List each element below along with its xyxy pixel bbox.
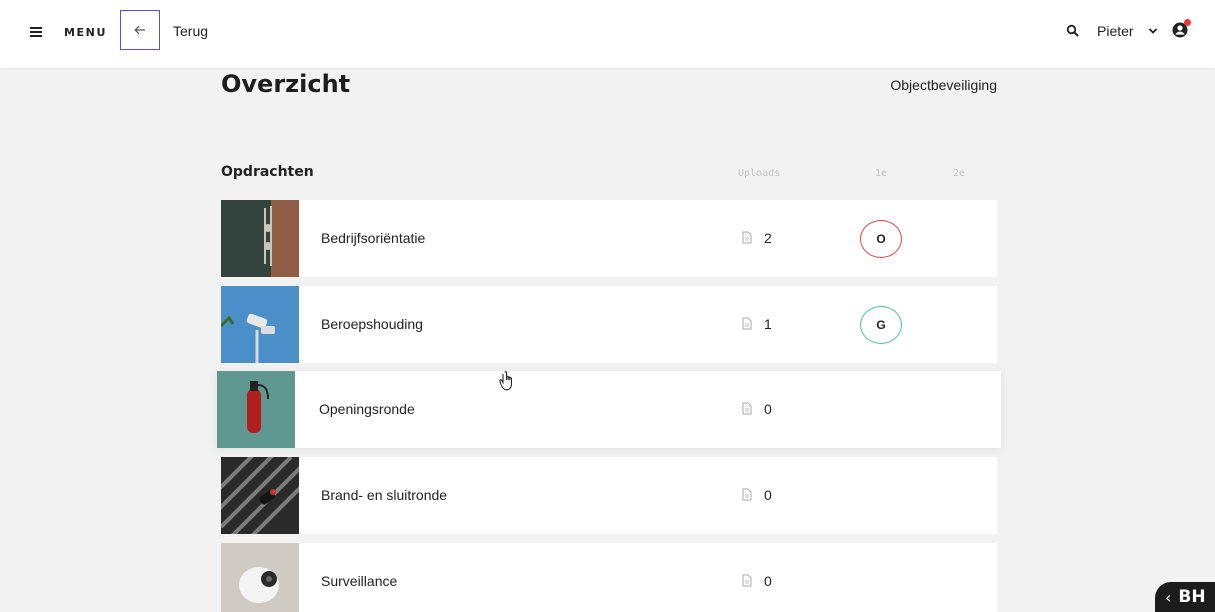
column-first: 1e — [875, 168, 888, 179]
column-second: 2e — [953, 168, 966, 179]
upload-count: 1 — [764, 316, 772, 332]
assignment-thumbnail — [221, 286, 299, 363]
top-bar: MENU Terug Pieter — [0, 0, 1215, 68]
assignment-row[interactable]: Beroepshouding 1 G — [221, 286, 997, 363]
assignment-title: Beroepshouding — [321, 316, 423, 332]
upload-count: 0 — [764, 487, 772, 503]
assignment-row[interactable]: Brand- en sluitronde 0 — [221, 457, 997, 534]
document-icon — [742, 231, 752, 244]
hamburger-icon — [30, 27, 42, 37]
notification-dot — [1184, 19, 1191, 26]
assignment-thumbnail — [221, 543, 299, 612]
arrow-left-icon — [134, 25, 145, 35]
page-title: Overzicht — [221, 70, 351, 98]
assignment-title: Surveillance — [321, 573, 398, 589]
assignment-row[interactable]: Bedrijfsoriëntatie 2 O — [221, 200, 997, 277]
document-icon — [742, 574, 752, 587]
search-icon[interactable] — [1066, 24, 1080, 38]
assignment-title: Bedrijfsoriëntatie — [321, 230, 426, 246]
document-icon — [742, 402, 752, 415]
column-uploads: Uploads — [738, 168, 781, 179]
section-title: Opdrachten — [221, 164, 314, 180]
assignment-title: Brand- en sluitronde — [321, 487, 448, 503]
assignment-thumbnail — [221, 200, 299, 277]
assignment-row[interactable]: Surveillance 0 — [221, 543, 997, 612]
assignment-thumbnail — [221, 457, 299, 534]
hand-cursor-icon — [499, 371, 512, 391]
document-icon — [742, 488, 752, 501]
badge-arrow: ‹ — [1165, 587, 1172, 607]
grade-first-badge[interactable]: O — [860, 220, 902, 258]
menu-label: MENU — [64, 25, 107, 39]
back-link[interactable]: Terug — [173, 23, 208, 39]
back-button[interactable] — [120, 10, 160, 50]
badge-text: BH — [1178, 587, 1206, 607]
upload-count: 2 — [764, 230, 772, 246]
course-subtitle: Objectbeveiliging — [890, 77, 997, 93]
user-name[interactable]: Pieter — [1097, 23, 1134, 39]
upload-count: 0 — [764, 401, 772, 417]
assignment-row[interactable]: Openingsronde 0 — [217, 371, 1001, 448]
menu-button[interactable]: MENU — [30, 20, 107, 44]
assignment-title: Openingsronde — [319, 401, 415, 417]
document-icon — [742, 317, 752, 330]
assignment-thumbnail — [217, 371, 295, 448]
chevron-down-icon[interactable] — [1148, 27, 1158, 35]
grade-first-badge[interactable]: G — [860, 306, 902, 344]
bh-badge[interactable]: ‹ BH — [1155, 582, 1215, 612]
upload-count: 0 — [764, 573, 772, 589]
